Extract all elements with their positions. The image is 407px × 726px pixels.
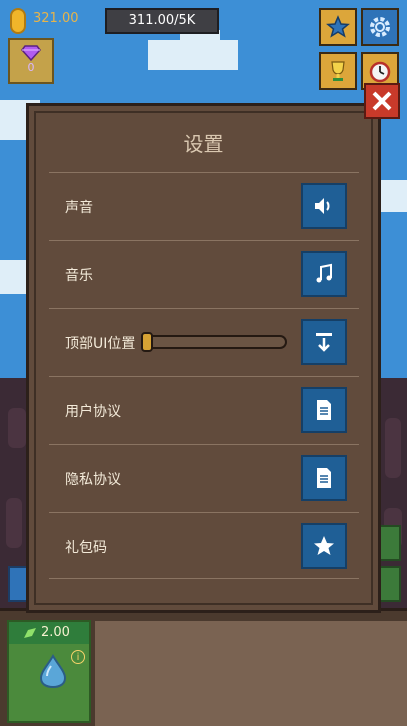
top-ui-position-slider[interactable]	[141, 332, 287, 352]
setting-label-user-agreement: 用户协议	[65, 404, 121, 420]
close-icon	[372, 91, 392, 111]
production-rate: 311.00/5K	[105, 8, 219, 34]
clock-icon	[369, 61, 391, 83]
slider-thumb[interactable]	[141, 332, 153, 352]
setting-label-privacy-agreement: 隐私协议	[65, 472, 121, 488]
water-drop-icon	[39, 654, 67, 688]
gem-count: 0	[27, 61, 35, 74]
coin-balance: 321.00	[33, 11, 79, 26]
user-agreement-button[interactable]	[301, 387, 347, 433]
upgrade-card-value: 2.00	[41, 625, 70, 640]
setting-row-user-agreement: 用户协议	[49, 376, 359, 445]
setting-row-music: 音乐	[49, 240, 359, 309]
document-icon	[317, 468, 331, 488]
side-button-right-2[interactable]	[379, 566, 401, 602]
setting-label-top-ui-position: 顶部UI位置	[65, 336, 136, 352]
privacy-agreement-button[interactable]	[301, 455, 347, 501]
achievements-button[interactable]	[319, 8, 357, 46]
info-icon[interactable]: i	[71, 650, 85, 664]
trophy-icon	[331, 61, 345, 81]
sound-toggle-button[interactable]	[301, 183, 347, 229]
setting-row-sound: 声音	[49, 172, 359, 241]
dialog-title: 设置	[183, 132, 224, 156]
leaderboard-button[interactable]	[319, 52, 357, 90]
gem-icon	[21, 45, 41, 61]
top-ui-position-button[interactable]	[301, 319, 347, 365]
divider	[49, 578, 359, 579]
upgrade-card[interactable]: 2.00 i	[7, 620, 91, 723]
document-icon	[317, 400, 331, 420]
settings-dialog: 设置 声音 音乐 顶部UI位置 用户协议 隐私协议 礼包码	[26, 103, 381, 613]
side-button-right-1[interactable]	[379, 525, 401, 561]
gem-balance[interactable]: 0	[8, 38, 54, 84]
setting-label-sound: 声音	[65, 200, 93, 216]
music-toggle-button[interactable]	[301, 251, 347, 297]
cloud	[378, 180, 407, 212]
move-down-icon	[316, 333, 332, 352]
setting-row-privacy-agreement: 隐私协议	[49, 444, 359, 513]
close-button[interactable]	[364, 83, 400, 119]
speaker-icon	[315, 198, 330, 214]
setting-row-gift-code: 礼包码	[49, 512, 359, 581]
gear-icon	[370, 17, 390, 37]
setting-row-top-ui-position: 顶部UI位置	[49, 308, 359, 377]
star-icon	[326, 15, 350, 38]
music-note-icon	[316, 263, 332, 283]
setting-label-gift-code: 礼包码	[65, 540, 107, 556]
settings-button[interactable]	[361, 8, 399, 46]
setting-label-music: 音乐	[65, 268, 93, 284]
coin-icon	[10, 8, 26, 34]
gift-code-button[interactable]	[301, 523, 347, 569]
leaf-icon	[24, 628, 36, 638]
star-icon	[314, 536, 334, 555]
